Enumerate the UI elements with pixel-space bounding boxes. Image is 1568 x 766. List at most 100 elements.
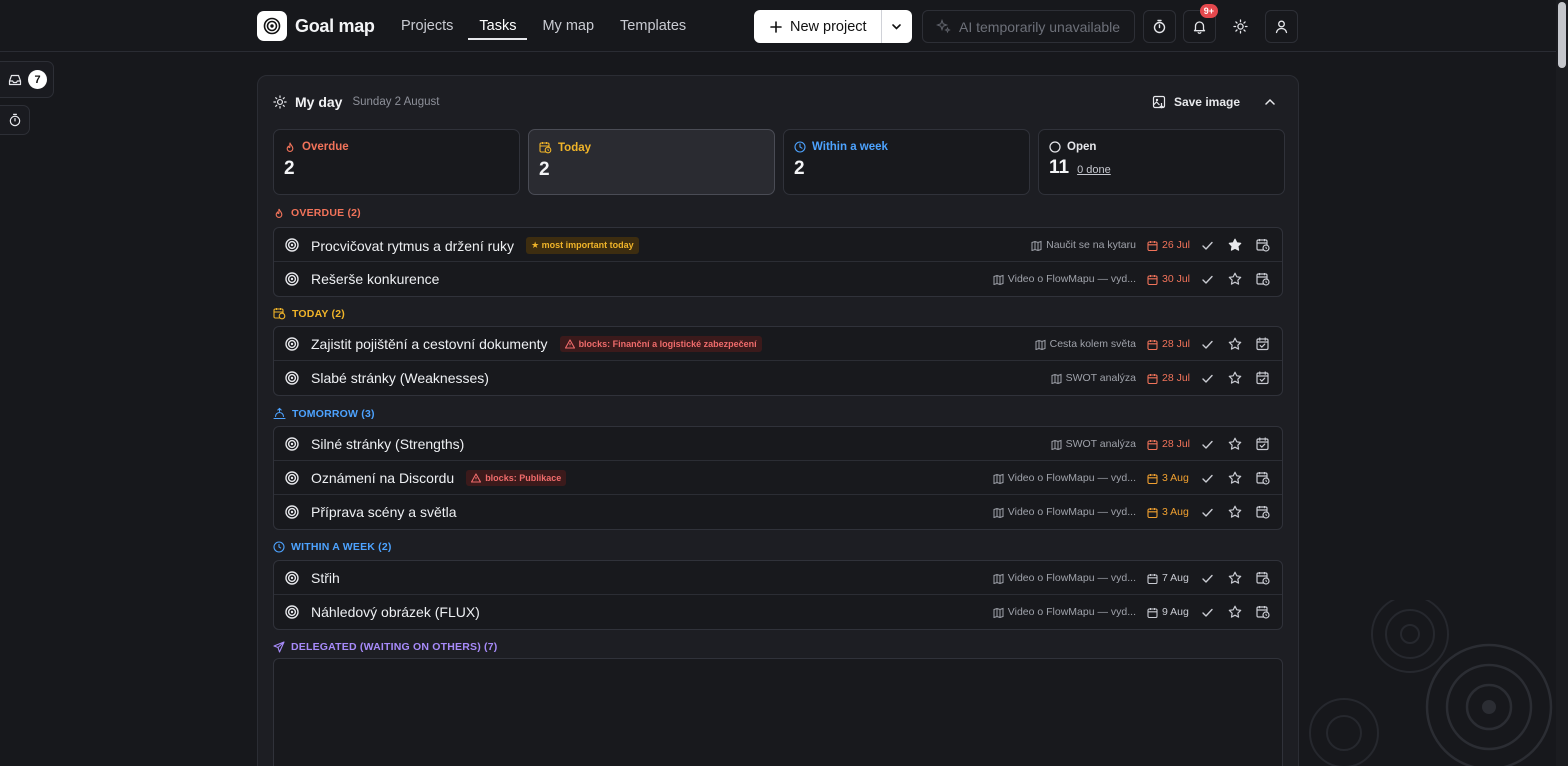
- task-due-date[interactable]: 26 Jul: [1147, 239, 1193, 251]
- task-row[interactable]: Procvičovat rytmus a držení ruky ★ most i…: [274, 228, 1282, 262]
- star-button[interactable]: [1221, 272, 1249, 286]
- rail-timer-button[interactable]: [0, 105, 30, 135]
- schedule-button[interactable]: [1249, 605, 1277, 619]
- task-row[interactable]: Náhledový obrázek (FLUX) Video o FlowMapu…: [274, 595, 1282, 629]
- star-button[interactable]: [1221, 471, 1249, 485]
- schedule-button[interactable]: [1249, 437, 1277, 451]
- task-due-date[interactable]: 30 Jul: [1147, 273, 1193, 285]
- star-button[interactable]: [1221, 371, 1249, 385]
- stat-open[interactable]: Open 11 0 done: [1038, 129, 1285, 195]
- task-meta: Video o FlowMapu — vyd... 30 Jul: [993, 262, 1282, 296]
- task-project[interactable]: Video o FlowMapu — vyd...: [993, 606, 1136, 618]
- stat-today[interactable]: Today 2: [528, 129, 775, 195]
- task-due-date[interactable]: 9 Aug: [1147, 606, 1193, 618]
- star-button[interactable]: [1221, 437, 1249, 451]
- nav-projects[interactable]: Projects: [390, 0, 464, 52]
- notifications-button[interactable]: 9+: [1183, 4, 1218, 43]
- task-row[interactable]: Oznámení na Discordu blocks: Publikace Vid…: [274, 461, 1282, 495]
- task-due-date[interactable]: 3 Aug: [1147, 506, 1193, 518]
- clock-icon: [273, 541, 285, 553]
- star-button[interactable]: [1221, 505, 1249, 519]
- collapse-button[interactable]: [1264, 96, 1276, 108]
- inbox-button[interactable]: 7: [0, 61, 54, 98]
- task-due-date[interactable]: 7 Aug: [1147, 572, 1193, 584]
- ai-button[interactable]: AI temporarily unavailable: [922, 10, 1135, 43]
- task-due-date[interactable]: 28 Jul: [1147, 372, 1193, 384]
- schedule-button[interactable]: [1249, 272, 1277, 286]
- star-button[interactable]: [1221, 337, 1249, 351]
- schedule-button[interactable]: [1249, 471, 1277, 485]
- scrollbar-thumb[interactable]: [1558, 2, 1566, 68]
- schedule-button[interactable]: [1249, 505, 1277, 519]
- task-project[interactable]: SWOT analýza: [1051, 372, 1136, 384]
- task-project[interactable]: Video o FlowMapu — vyd...: [993, 506, 1136, 518]
- task-row[interactable]: Zajistit pojištění a cestovní dokumenty b…: [274, 327, 1282, 361]
- stat-within-week[interactable]: Within a week 2: [783, 129, 1030, 195]
- task-row[interactable]: Příprava scény a světla Video o FlowMapu …: [274, 495, 1282, 529]
- complete-button[interactable]: [1193, 438, 1221, 451]
- task-title[interactable]: Střih: [311, 570, 340, 586]
- complete-button[interactable]: [1193, 572, 1221, 585]
- priority-badge: ★ most important today: [526, 237, 639, 254]
- theme-toggle-button[interactable]: [1224, 10, 1257, 43]
- schedule-button[interactable]: [1249, 571, 1277, 585]
- schedule-button[interactable]: [1249, 371, 1277, 385]
- save-image-button[interactable]: Save image: [1152, 95, 1240, 109]
- task-row[interactable]: Slabé stránky (Weaknesses) SWOT analýza 28…: [274, 361, 1282, 395]
- task-due-date[interactable]: 28 Jul: [1147, 438, 1193, 450]
- task-row[interactable]: Rešerše konkurence Video o FlowMapu — vyd…: [274, 262, 1282, 296]
- new-project-dropdown-button[interactable]: [880, 10, 912, 43]
- schedule-button[interactable]: [1249, 337, 1277, 351]
- calendar-clock-icon: [1256, 273, 1270, 286]
- complete-button[interactable]: [1193, 506, 1221, 519]
- task-due-text: 28 Jul: [1162, 438, 1191, 450]
- star-button[interactable]: [1221, 238, 1249, 252]
- complete-button[interactable]: [1193, 472, 1221, 485]
- nav-tasks[interactable]: Tasks: [468, 0, 528, 52]
- account-button[interactable]: [1265, 10, 1298, 43]
- task-title[interactable]: Příprava scény a světla: [311, 504, 457, 520]
- calendar-clock-icon: [1256, 239, 1270, 252]
- star-button[interactable]: [1221, 571, 1249, 585]
- stat-overdue[interactable]: Overdue 2: [273, 129, 520, 195]
- task-project[interactable]: Naučit se na kytaru: [1031, 239, 1136, 251]
- star-button[interactable]: [1221, 605, 1249, 619]
- section-overdue-header: OVERDUE (2): [273, 207, 361, 219]
- flame-icon: [275, 208, 283, 218]
- complete-button[interactable]: [1193, 273, 1221, 286]
- task-title[interactable]: Procvičovat rytmus a držení ruky: [311, 238, 514, 254]
- target-icon: [285, 505, 299, 519]
- task-title[interactable]: Náhledový obrázek (FLUX): [311, 604, 480, 620]
- target-icon: [285, 471, 299, 485]
- complete-button[interactable]: [1193, 372, 1221, 385]
- stat-overdue-label: Overdue: [302, 141, 349, 153]
- stat-done-link[interactable]: 0 done: [1077, 164, 1111, 176]
- brand[interactable]: Goal map: [257, 11, 375, 41]
- nav-my-map[interactable]: My map: [531, 0, 605, 52]
- task-title[interactable]: Oznámení na Discordu: [311, 470, 454, 486]
- task-project[interactable]: Video o FlowMapu — vyd...: [993, 273, 1136, 285]
- task-due-date[interactable]: 28 Jul: [1147, 338, 1193, 350]
- new-project-button[interactable]: New project: [754, 10, 881, 43]
- stat-week-value: 2: [794, 158, 805, 179]
- complete-button[interactable]: [1193, 338, 1221, 351]
- complete-button[interactable]: [1193, 606, 1221, 619]
- task-title[interactable]: Rešerše konkurence: [311, 271, 439, 287]
- schedule-button[interactable]: [1249, 238, 1277, 252]
- task-project[interactable]: SWOT analýza: [1051, 438, 1136, 450]
- timer-button[interactable]: [1143, 10, 1176, 43]
- task-title[interactable]: Silné stránky (Strengths): [311, 436, 464, 452]
- task-project[interactable]: Cesta kolem světa: [1035, 338, 1136, 350]
- task-due-date[interactable]: 3 Aug: [1147, 472, 1193, 484]
- plus-icon: [770, 20, 782, 33]
- task-row[interactable]: Střih Video o FlowMapu — vyd... 7 Aug: [274, 561, 1282, 595]
- complete-button[interactable]: [1193, 239, 1221, 252]
- task-title[interactable]: Zajistit pojištění a cestovní dokumenty: [311, 336, 548, 352]
- calendar-clock-icon: [1256, 606, 1270, 619]
- task-project[interactable]: Video o FlowMapu — vyd...: [993, 472, 1136, 484]
- task-row[interactable]: Silné stránky (Strengths) SWOT analýza 28 …: [274, 427, 1282, 461]
- nav-templates[interactable]: Templates: [609, 0, 697, 52]
- task-title[interactable]: Slabé stránky (Weaknesses): [311, 370, 489, 386]
- task-project[interactable]: Video o FlowMapu — vyd...: [993, 572, 1136, 584]
- page-scrollbar[interactable]: [1556, 0, 1568, 766]
